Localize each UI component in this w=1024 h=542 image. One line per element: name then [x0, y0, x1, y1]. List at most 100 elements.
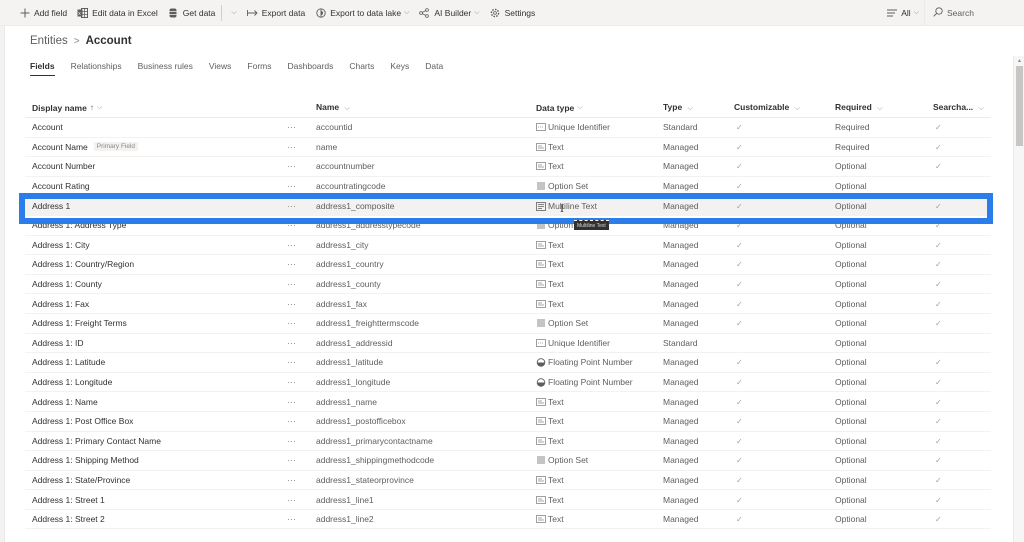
- tab-fields[interactable]: Fields: [30, 61, 55, 76]
- column-header-customizable[interactable]: Customizable ⌵: [734, 102, 835, 113]
- column-header-data-type[interactable]: Data type ⌵: [532, 103, 663, 113]
- search-box[interactable]: [924, 0, 1024, 26]
- column-header-name[interactable]: Name ⌵: [312, 102, 532, 113]
- settings-button[interactable]: Settings: [485, 0, 541, 26]
- tab-charts[interactable]: Charts: [349, 61, 374, 76]
- tab-keys[interactable]: Keys: [390, 61, 409, 76]
- column-header-display-name[interactable]: Display name ↑ ⌵: [25, 103, 287, 113]
- display-name[interactable]: Account Rating: [32, 181, 90, 191]
- vertical-scrollbar[interactable]: ▲: [1013, 56, 1024, 542]
- table-row[interactable]: Account Name Primary Field ··· name Text Mana…: [25, 138, 991, 158]
- more-options-button[interactable]: ···: [287, 220, 312, 230]
- column-header-required[interactable]: Required ⌵: [835, 102, 933, 113]
- field-type: Managed: [663, 357, 699, 368]
- more-options-button[interactable]: ···: [287, 201, 312, 211]
- table-row[interactable]: Address 1: City ··· address1_city Text Manag…: [25, 236, 991, 256]
- display-name[interactable]: Address 1: Country/Region: [32, 259, 134, 269]
- get-data-dropdown[interactable]: ⌵: [223, 0, 241, 26]
- display-name[interactable]: Address 1: Fax: [32, 299, 89, 309]
- display-name[interactable]: Address 1: Street 2: [32, 514, 105, 524]
- table-row[interactable]: Address 1: Street 2 ··· address1_line2 Text…: [25, 510, 991, 530]
- column-header-searchable[interactable]: Searcha... ⌵: [933, 102, 991, 113]
- display-name[interactable]: Address 1: Street 1: [32, 495, 105, 505]
- more-options-button[interactable]: ···: [287, 455, 312, 465]
- scroll-thumb[interactable]: [1016, 66, 1023, 146]
- display-name[interactable]: Address 1: [32, 201, 70, 211]
- table-row[interactable]: Address 1 ··· address1_composite Multiline …: [25, 196, 991, 216]
- filter-dropdown[interactable]: All ⌵: [881, 0, 924, 26]
- more-options-button[interactable]: ···: [287, 259, 312, 269]
- tab-business-rules[interactable]: Business rules: [138, 61, 193, 76]
- more-options-button[interactable]: ···: [287, 161, 312, 171]
- column-header-type[interactable]: Type ⌵: [663, 102, 734, 113]
- more-options-button[interactable]: ···: [287, 416, 312, 426]
- more-options-button[interactable]: ···: [287, 142, 312, 152]
- table-row[interactable]: Address 1: Country/Region ··· address1_cou…: [25, 255, 991, 275]
- column-label: Display name: [32, 102, 87, 113]
- display-name[interactable]: Address 1: Primary Contact Name: [32, 436, 161, 446]
- display-name[interactable]: Address 1: Freight Terms: [32, 318, 127, 328]
- add-field-button[interactable]: Add field: [0, 0, 72, 26]
- more-options-button[interactable]: ···: [287, 377, 312, 387]
- edit-in-excel-button[interactable]: x Edit data in Excel: [72, 0, 163, 26]
- tab-dashboards[interactable]: Dashboards: [288, 61, 334, 76]
- more-options-button[interactable]: ···: [287, 181, 312, 191]
- table-row[interactable]: Address 1: Address Type ··· address1_addre…: [25, 216, 991, 236]
- more-options-button[interactable]: ···: [287, 397, 312, 407]
- table-row[interactable]: Account Rating ··· accountratingcode Option…: [25, 177, 991, 197]
- display-name[interactable]: Account Name: [32, 142, 88, 152]
- table-row[interactable]: Address 1: Street 1 ··· address1_line1 Text…: [25, 490, 991, 510]
- more-options-button[interactable]: ···: [287, 279, 312, 289]
- table-row[interactable]: Address 1: Name ··· address1_name Text Manag…: [25, 392, 991, 412]
- display-name[interactable]: Address 1: State/Province: [32, 475, 130, 485]
- more-options-button[interactable]: ···: [287, 436, 312, 446]
- get-data-button[interactable]: Get data: [163, 0, 221, 26]
- display-name[interactable]: Account Number: [32, 161, 95, 171]
- tab-relationships[interactable]: Relationships: [71, 61, 122, 76]
- tab-data[interactable]: Data: [425, 61, 443, 76]
- display-name[interactable]: Address 1: ID: [32, 338, 84, 348]
- scroll-up-arrow-icon[interactable]: ▲: [1016, 58, 1023, 64]
- more-options-button[interactable]: ···: [287, 240, 312, 250]
- display-name[interactable]: Address 1: Name: [32, 397, 98, 407]
- table-row[interactable]: Address 1: County ··· address1_county Text M…: [25, 275, 991, 295]
- table-row[interactable]: Address 1: State/Province ··· address1_sta…: [25, 471, 991, 491]
- more-options-button[interactable]: ···: [287, 338, 312, 348]
- export-to-data-lake-button[interactable]: Export to data lake ⌵: [310, 0, 414, 26]
- breadcrumb-entities-link[interactable]: Entities: [30, 35, 68, 47]
- required-level: Optional: [835, 200, 867, 211]
- table-row[interactable]: Address 1: Freight Terms ··· address1_frei…: [25, 314, 991, 334]
- more-options-button[interactable]: ···: [287, 475, 312, 485]
- table-row[interactable]: Address 1: ID ··· address1_addressid Unique…: [25, 334, 991, 354]
- display-name[interactable]: Address 1: County: [32, 279, 102, 289]
- table-row[interactable]: Account ··· accountid Unique Identifier Stan…: [25, 118, 991, 138]
- tab-forms[interactable]: Forms: [247, 61, 271, 76]
- more-options-button[interactable]: ···: [287, 299, 312, 309]
- display-name[interactable]: Account: [32, 122, 63, 132]
- table-row[interactable]: Address 1: Primary Contact Name ··· addres…: [25, 432, 991, 452]
- more-options-button[interactable]: ···: [287, 122, 312, 132]
- more-options-button[interactable]: ···: [287, 318, 312, 328]
- table-row[interactable]: Address 1: Longitude ··· address1_longitud…: [25, 373, 991, 393]
- display-name[interactable]: Address 1: Longitude: [32, 377, 112, 387]
- tab-views[interactable]: Views: [209, 61, 232, 76]
- table-row[interactable]: Address 1: Shipping Method ··· address1_sh…: [25, 451, 991, 471]
- searchable-cell: ✓: [933, 475, 991, 485]
- display-name[interactable]: Address 1: Latitude: [32, 357, 105, 367]
- required-level: Required: [835, 141, 870, 152]
- more-options-button[interactable]: ···: [287, 514, 312, 524]
- display-name[interactable]: Address 1: Shipping Method: [32, 455, 139, 465]
- display-name[interactable]: Address 1: Post Office Box: [32, 416, 133, 426]
- floating-point-icon: [536, 358, 546, 368]
- more-options-button[interactable]: ···: [287, 495, 312, 505]
- search-input[interactable]: [947, 7, 1017, 18]
- table-row[interactable]: Address 1: Post Office Box ··· address1_po…: [25, 412, 991, 432]
- table-row[interactable]: Account Number ··· accountnumber Text Manage…: [25, 157, 991, 177]
- display-name[interactable]: Address 1: City: [32, 240, 90, 250]
- export-data-button[interactable]: Export data: [242, 0, 310, 26]
- display-name[interactable]: Address 1: Address Type: [32, 220, 126, 230]
- more-options-button[interactable]: ···: [287, 357, 312, 367]
- ai-builder-button[interactable]: AI Builder ⌵: [414, 0, 484, 26]
- table-row[interactable]: Address 1: Latitude ··· address1_latitude F…: [25, 353, 991, 373]
- table-row[interactable]: Address 1: Fax ··· address1_fax Text Managed…: [25, 294, 991, 314]
